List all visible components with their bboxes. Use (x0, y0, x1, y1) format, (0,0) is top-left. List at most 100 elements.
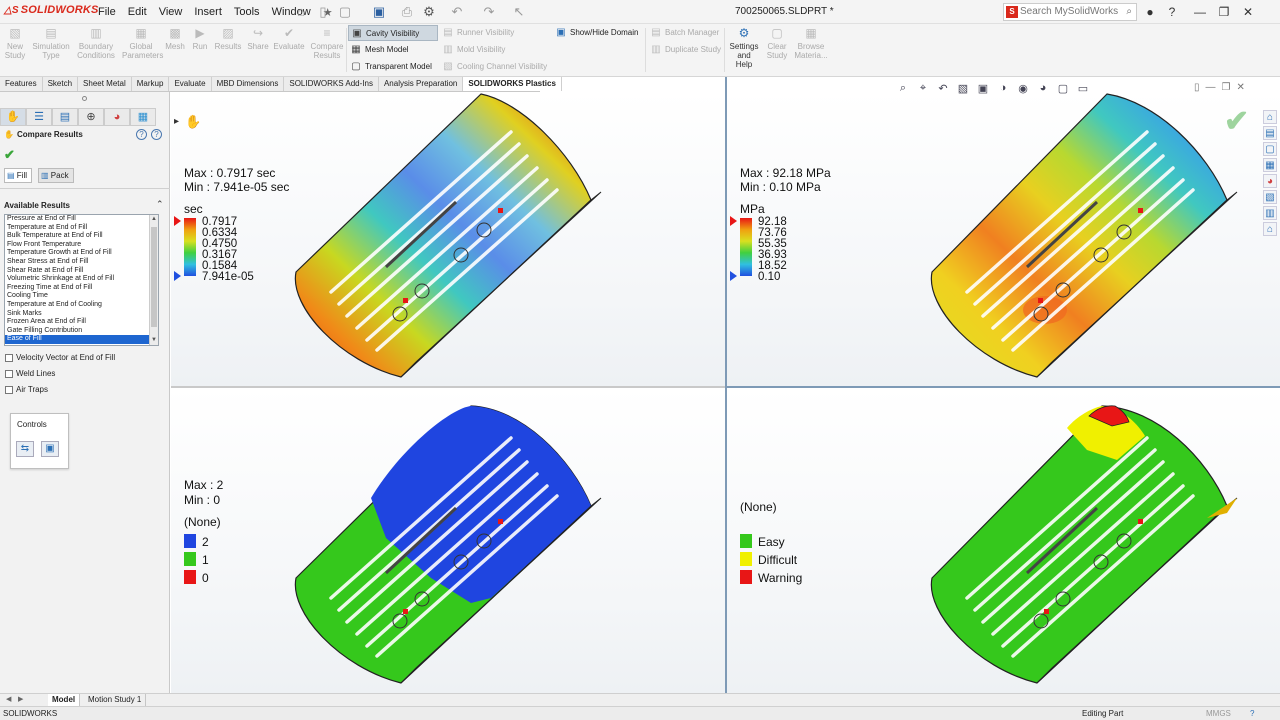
home-icon[interactable]: ⌂ (292, 3, 310, 21)
air-traps-checkbox[interactable]: Air Traps (5, 385, 48, 395)
legend-max-marker[interactable] (174, 216, 181, 226)
ok-checkmark-icon[interactable]: ✔ (4, 147, 15, 163)
viewport-splitter-horizontal[interactable] (727, 386, 1280, 388)
menu-file[interactable]: File (92, 6, 122, 19)
legend-min-marker[interactable] (730, 271, 737, 281)
scroll-left-icon[interactable]: ◀ (6, 695, 11, 703)
tab-sheet-metal[interactable]: Sheet Metal (78, 77, 132, 91)
apply-scene-icon[interactable]: ▢ (1055, 82, 1071, 95)
scroll-right-icon[interactable]: ▶ (18, 695, 23, 703)
design-library-icon[interactable]: ▤ (1263, 126, 1277, 140)
clear-study-button[interactable]: ▢ Clear Study (762, 26, 792, 60)
rebuild-icon[interactable]: ⚙ (420, 3, 438, 21)
viewport-close-icon[interactable]: ✕ (1236, 82, 1244, 93)
restore-button[interactable]: ❐ (1216, 4, 1232, 20)
list-item[interactable]: Frozen Area at End of Fill (5, 318, 158, 327)
scroll-down-icon[interactable]: ▼ (150, 336, 158, 345)
sync-views-icon[interactable]: ⇆ (16, 441, 34, 457)
solidworks-logo[interactable]: △S SOLIDWORKS (4, 4, 99, 16)
list-item[interactable]: Freezing Time at End of Fill (5, 284, 158, 293)
menu-edit[interactable]: Edit (122, 6, 153, 19)
minimize-button[interactable]: — (1192, 4, 1208, 20)
tab-sketch[interactable]: Sketch (43, 77, 79, 91)
forum-icon[interactable]: ▥ (1263, 206, 1277, 220)
legend-max-marker[interactable] (730, 216, 737, 226)
menu-tools[interactable]: Tools (228, 6, 266, 19)
list-item[interactable]: Temperature at End of Fill (5, 224, 158, 233)
viewport-minimize-icon[interactable]: ▯ (1194, 82, 1200, 93)
checkbox-box[interactable] (5, 386, 13, 394)
velocity-vector-checkbox[interactable]: Velocity Vector at End of Fill (5, 353, 115, 363)
show-hide-domain-button[interactable]: ▣ Show/Hide Domain (553, 25, 645, 41)
select-icon[interactable]: ↖ (510, 3, 528, 21)
info-icon[interactable]: ? (136, 129, 147, 140)
zoom-to-area-icon[interactable]: ⌖ (915, 82, 931, 95)
viewport-splitter-vertical[interactable] (725, 77, 727, 693)
mold-visibility-button[interactable]: ▥ Mold Visibility (440, 42, 550, 58)
plastics-manager-icon[interactable]: ✋ (0, 108, 26, 126)
section-view-icon[interactable]: ▧ (955, 82, 971, 95)
property-manager-icon[interactable]: ▤ (52, 108, 78, 126)
tab-fill[interactable]: ▤ Fill (4, 168, 32, 183)
appearance-icon[interactable]: ◕ (104, 108, 130, 126)
tab-analysis-preparation[interactable]: Analysis Preparation (379, 77, 464, 91)
home-task-icon[interactable]: ⌂ (1263, 222, 1277, 236)
file-explorer-icon[interactable]: ▢ (1263, 142, 1277, 156)
scroll-up-icon[interactable]: ▲ (150, 215, 158, 224)
feature-manager-icon[interactable]: ☰ (26, 108, 52, 126)
configuration-manager-icon[interactable]: ⊕ (78, 108, 104, 126)
transparent-model-button[interactable]: ▢ Transparent Model (348, 59, 438, 75)
zoom-to-fit-icon[interactable]: ⌕ (895, 82, 911, 95)
status-units[interactable]: MMGS (1206, 707, 1231, 720)
checkbox-box[interactable] (5, 354, 13, 362)
view-palette-icon[interactable]: ▦ (1263, 158, 1277, 172)
list-item[interactable]: Sink Marks (5, 310, 158, 319)
settings-and-help-button[interactable]: ⚙ Settings and Help (728, 26, 760, 69)
viewport-ease-of-fill[interactable]: (None) Easy Difficult Warning (727, 388, 1280, 693)
list-item[interactable]: Temperature at End of Cooling (5, 301, 158, 310)
solidworks-resources-icon[interactable]: ⌂ (1263, 110, 1277, 124)
share-button[interactable]: ↪ Share (246, 26, 270, 51)
viewport-fill-time[interactable]: ▸ ✋ Max : 0.7917 sec Min : 7.941e-05 sec… (171, 92, 725, 386)
redo-icon[interactable]: ↷ (480, 3, 498, 21)
custom-properties-icon[interactable]: ▧ (1263, 190, 1277, 204)
previous-view-icon[interactable]: ↶ (935, 82, 951, 95)
simulation-type-button[interactable]: ▤ Simulation Type (32, 26, 70, 60)
viewport-minimize-icon[interactable]: — (1206, 82, 1216, 93)
cavity-visibility-button[interactable]: ▣ Cavity Visibility (348, 25, 438, 41)
view-layout-icon[interactable]: ▣ (41, 441, 59, 457)
list-item-selected[interactable]: Ease of Fill (5, 335, 158, 344)
list-item[interactable]: Cooling Time (5, 292, 158, 301)
simulation-manager-icon[interactable]: ▦ (130, 108, 156, 126)
confirm-checkmark-icon[interactable]: ✔ (1224, 104, 1249, 139)
run-button[interactable]: ▶ Run (190, 26, 210, 51)
list-item[interactable]: Temperature Growth at End of Fill (5, 249, 158, 258)
edit-appearance-icon[interactable]: ◕ (1035, 82, 1051, 95)
tab-pack[interactable]: ▥ Pack (38, 168, 74, 183)
list-item[interactable]: Gate Filling Contribution (5, 327, 158, 336)
global-parameters-button[interactable]: ▦ Global Parameters (122, 26, 163, 60)
plastics-hand-icon[interactable]: ✋ (185, 114, 201, 130)
mesh-model-button[interactable]: ▦ Mesh Model (348, 42, 438, 58)
help-icon[interactable]: ? (1164, 4, 1180, 20)
print-icon[interactable]: ⎙ (398, 3, 416, 21)
help-icon[interactable]: ? (151, 129, 162, 140)
close-button[interactable]: ✕ (1240, 4, 1256, 20)
batch-manager-button[interactable]: ▤ Batch Manager (648, 25, 724, 41)
user-icon[interactable]: ● (1142, 4, 1158, 20)
save-icon[interactable]: ▣ (370, 3, 388, 21)
appearances-icon[interactable]: ◕ (1263, 174, 1277, 188)
tab-mbd-dimensions[interactable]: MBD Dimensions (212, 77, 285, 91)
duplicate-study-button[interactable]: ▥ Duplicate Study (648, 42, 724, 58)
undo-icon[interactable]: ↶ (448, 3, 466, 21)
list-item[interactable]: Shear Stress at End of Fill (5, 258, 158, 267)
available-results-list[interactable]: Pressure at End of Fill Temperature at E… (4, 214, 159, 346)
weld-lines-checkbox[interactable]: Weld Lines (5, 369, 55, 379)
results-button[interactable]: ▨ Results (213, 26, 243, 51)
checkbox-box[interactable] (5, 370, 13, 378)
menu-insert[interactable]: Insert (188, 6, 228, 19)
new-document-icon[interactable]: ▯ (314, 3, 332, 21)
tab-evaluate[interactable]: Evaluate (169, 77, 212, 91)
tab-markup[interactable]: Markup (132, 77, 170, 91)
list-item[interactable]: Bulk Temperature at End of Fill (5, 232, 158, 241)
